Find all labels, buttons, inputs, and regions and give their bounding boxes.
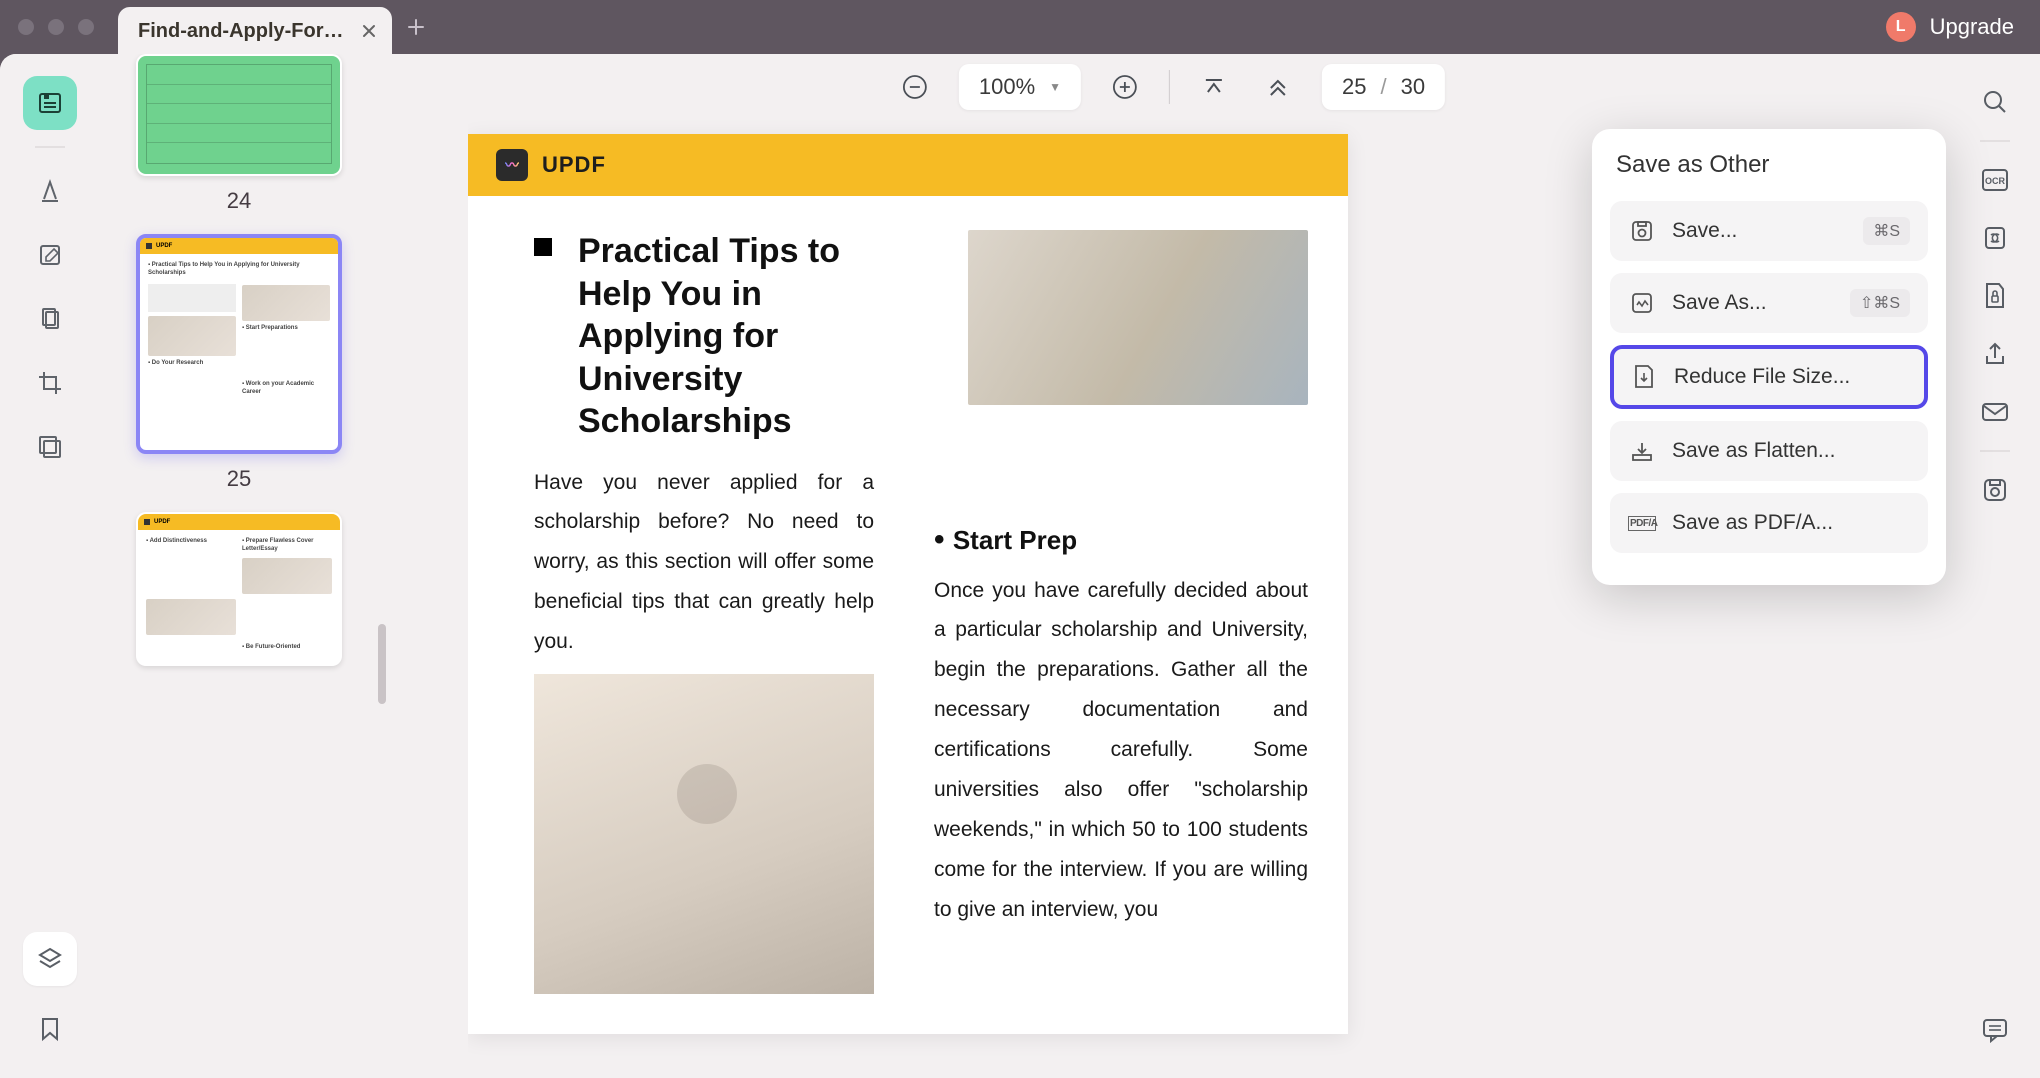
chevron-down-icon: ▼ [1049,80,1061,94]
search-button[interactable] [1969,76,2021,128]
page-indicator[interactable]: 25 / 30 [1322,64,1445,110]
sub1-paragraph: Once you have carefully decided about a … [934,571,1308,930]
thumbnails-panel: 24 UPDF Practical Tips to Help You in Ap… [100,54,390,1078]
left-tool-rail [0,54,100,1078]
thumbnail-label: 25 [227,466,251,492]
pdfa-label: Save as PDF/A... [1672,511,1833,535]
pdfa-icon: PDF/A [1628,509,1656,537]
bookmark-button[interactable] [23,1002,77,1056]
titlebar: Find-and-Apply-For-the-Best L Upgrade [0,0,2040,54]
organize-pages-tool[interactable] [23,292,77,346]
layers-button[interactable] [23,932,77,986]
minimize-window[interactable] [48,19,64,35]
right-tool-rail: OCR [1950,54,2040,1078]
comments-button[interactable] [1969,1004,2021,1056]
save-as-other-popover: Save as Other Save... ⌘S Save As... ⇧⌘S [1592,129,1946,585]
save-as-label: Save As... [1672,291,1767,315]
convert-button[interactable] [1969,212,2021,264]
save-as-shortcut: ⇧⌘S [1850,289,1910,317]
zoom-in-button[interactable] [1105,67,1145,107]
flatten-label: Save as Flatten... [1672,439,1835,463]
zoom-select[interactable]: 100% ▼ [959,64,1081,110]
ocr-button[interactable]: OCR [1969,154,2021,206]
save-as-icon [1628,289,1656,317]
thumbnail-label: 24 [227,188,251,214]
save-icon [1628,217,1656,245]
thumbnail-page-26[interactable]: UPDF Add Distinctiveness Prepare Flawles… [136,512,342,666]
email-button[interactable] [1969,386,2021,438]
previous-page-button[interactable] [1258,67,1298,107]
page-separator: / [1381,74,1387,100]
edit-text-tool[interactable] [23,228,77,282]
save-as-other-button[interactable] [1969,464,2021,516]
total-pages: 30 [1401,74,1425,100]
popover-title: Save as Other [1616,151,1922,179]
user-avatar[interactable]: L [1886,12,1916,42]
crop-tool[interactable] [23,356,77,410]
page-heading: Practical Tips to Help You in Applying f… [578,230,912,443]
close-tab-icon[interactable] [356,18,382,44]
save-as-menu-item[interactable]: Save As... ⇧⌘S [1610,273,1928,333]
intro-paragraph: Have you never applied for a scholarship… [534,463,874,662]
svg-text:OCR: OCR [1985,176,2006,186]
photo-student [534,674,874,994]
flatten-icon [1628,437,1656,465]
window-controls [18,19,94,35]
thumbnail-page-24[interactable] [136,54,342,176]
maximize-window[interactable] [78,19,94,35]
page-brand-header: 〰 UPDF [468,134,1348,196]
bullet-square-icon [534,238,552,256]
upgrade-button[interactable]: Upgrade [1930,14,2022,40]
save-label: Save... [1672,219,1737,243]
brand-text: UPDF [542,152,606,178]
photo-desk [968,230,1308,405]
zoom-out-button[interactable] [895,67,935,107]
reduce-label: Reduce File Size... [1674,365,1850,389]
save-flatten-menu-item[interactable]: Save as Flatten... [1610,421,1928,481]
current-page: 25 [1342,74,1366,100]
reduce-file-size-menu-item[interactable]: Reduce File Size... [1610,345,1928,409]
tab-bar: Find-and-Apply-For-the-Best [118,0,440,55]
protect-button[interactable] [1969,270,2021,322]
share-button[interactable] [1969,328,2021,380]
thumbnail-page-25[interactable]: UPDF Practical Tips to Help You in Apply… [136,234,342,454]
document-tab[interactable]: Find-and-Apply-For-the-Best [118,7,392,55]
thumbnail-scrollbar[interactable] [378,624,386,704]
subheading-1: Start Prep [934,523,1308,557]
save-pdfa-menu-item[interactable]: PDF/A Save as PDF/A... [1610,493,1928,553]
updf-logo-icon: 〰 [496,149,528,181]
redact-tool[interactable] [23,420,77,474]
save-menu-item[interactable]: Save... ⌘S [1610,201,1928,261]
reader-mode-button[interactable] [23,76,77,130]
zoom-value: 100% [979,74,1035,100]
first-page-button[interactable] [1194,67,1234,107]
page-25: 〰 UPDF Practical Tips to Help You in App… [468,134,1348,1034]
reduce-size-icon [1630,363,1658,391]
tab-title: Find-and-Apply-For-the-Best [138,20,348,43]
new-tab-button[interactable] [392,3,440,51]
close-window[interactable] [18,19,34,35]
view-toolbar: 100% ▼ 25 / 30 [895,64,1445,110]
save-shortcut: ⌘S [1863,217,1910,245]
highlighter-tool[interactable] [23,164,77,218]
